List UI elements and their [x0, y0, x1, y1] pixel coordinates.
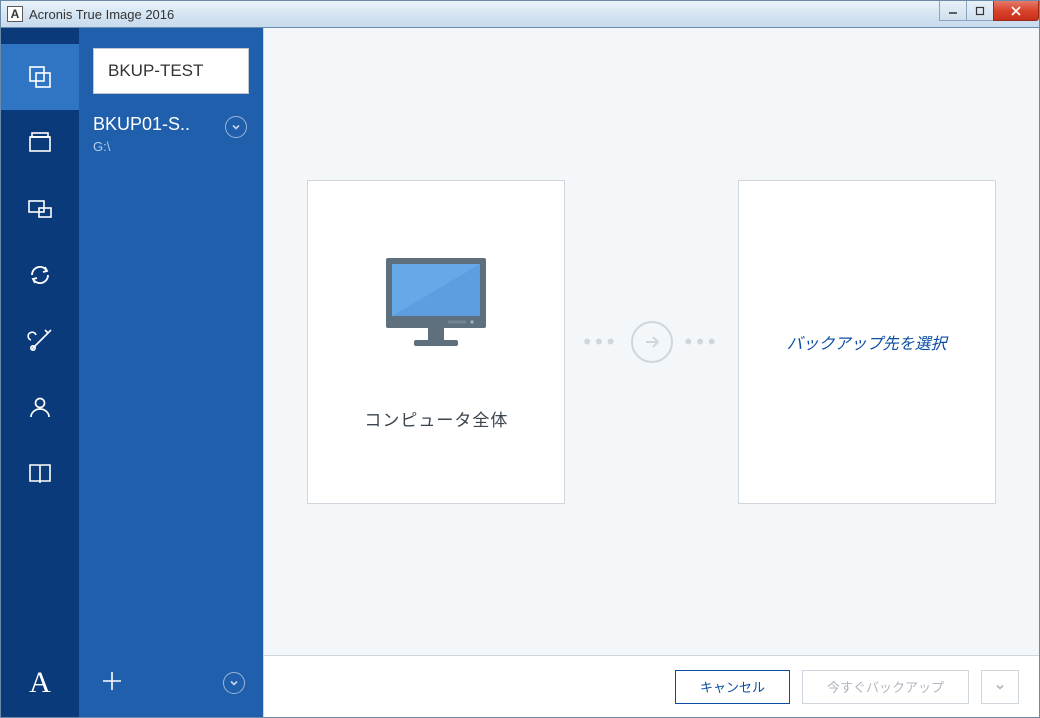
backup-list-more[interactable] [223, 672, 245, 694]
workspace: A BKUP-TEST BKUP01-S.. G:\ [0, 28, 1040, 718]
brand-letter: A [29, 666, 51, 700]
backup-list-panel: BKUP-TEST BKUP01-S.. G:\ [79, 28, 263, 717]
backup-destination-card[interactable]: バックアップ先を選択 [738, 180, 996, 504]
chevron-down-icon [225, 116, 247, 138]
backup-list-item[interactable]: BKUP01-S.. G:\ [93, 108, 249, 160]
dots-right-icon: ••• [685, 329, 720, 355]
nav-account[interactable] [1, 374, 79, 440]
backup-now-label: 今すぐバックアップ [827, 677, 944, 696]
cancel-button[interactable]: キャンセル [675, 670, 790, 704]
nav-tools[interactable] [1, 308, 79, 374]
arrow-right-icon [631, 321, 673, 363]
cancel-button-label: キャンセル [700, 677, 765, 696]
footer-bar: キャンセル 今すぐバックアップ [264, 655, 1039, 717]
nav-rail: A [1, 28, 79, 717]
dots-left-icon: ••• [583, 329, 618, 355]
backup-list-footer [79, 649, 263, 717]
titlebar: A Acronis True Image 2016 [0, 0, 1040, 28]
destination-placeholder: バックアップ先を選択 [787, 330, 947, 354]
chevron-down-icon [223, 672, 245, 694]
chevron-down-icon [994, 681, 1006, 693]
backup-stage: コンピュータ全体 ••• ••• バックアップ先を選択 [264, 28, 1039, 655]
arrow-indicator: ••• ••• [583, 321, 719, 363]
nav-archive[interactable] [1, 110, 79, 176]
backup-item-path: G:\ [93, 139, 249, 154]
nav-refresh[interactable] [1, 242, 79, 308]
window-controls [940, 1, 1039, 21]
nav-help[interactable] [1, 440, 79, 506]
close-button[interactable] [993, 1, 1039, 21]
nav-sync[interactable] [1, 176, 79, 242]
nav-backup[interactable] [1, 44, 79, 110]
source-label: コンピュータ全体 [364, 406, 508, 431]
monitor-icon [376, 252, 496, 352]
backup-item-name: BKUP01-S.. [93, 114, 223, 135]
minimize-button[interactable] [939, 1, 967, 21]
window-title: Acronis True Image 2016 [29, 7, 174, 22]
backup-source-card[interactable]: コンピュータ全体 [307, 180, 565, 504]
backup-now-dropdown [981, 670, 1019, 704]
backup-now-button: 今すぐバックアップ [802, 670, 969, 704]
backup-selected-name: BKUP-TEST [108, 61, 203, 80]
nav-brand[interactable]: A [1, 649, 79, 717]
main-content: コンピュータ全体 ••• ••• バックアップ先を選択 キャンセ [263, 28, 1039, 717]
add-backup-button[interactable] [101, 666, 123, 700]
backup-item-menu[interactable] [225, 116, 247, 138]
app-icon: A [7, 6, 23, 22]
backup-selected-card[interactable]: BKUP-TEST [93, 48, 249, 94]
maximize-button[interactable] [966, 1, 994, 21]
